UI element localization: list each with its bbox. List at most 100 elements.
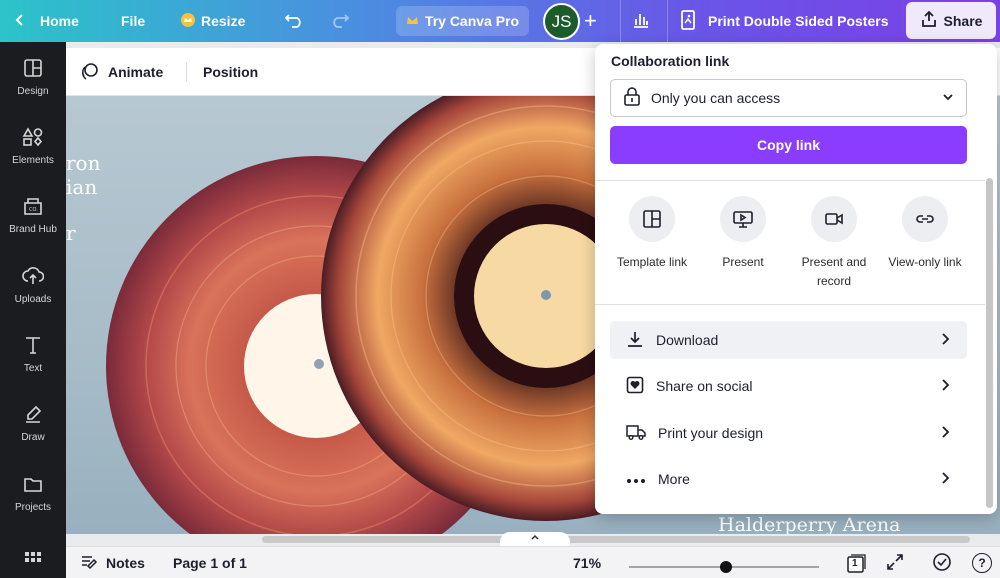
canvas-text[interactable]: ron: [66, 151, 100, 175]
zoom-slider[interactable]: [629, 561, 819, 573]
present-option[interactable]: Present: [698, 196, 788, 272]
toolbar-divider: [186, 62, 187, 82]
position-button[interactable]: Position: [203, 48, 258, 96]
add-collaborator-button[interactable]: +: [584, 0, 597, 42]
more-icon: [626, 471, 646, 487]
sidebar-item-design[interactable]: Design: [0, 46, 66, 108]
help-icon: ?: [972, 553, 992, 573]
template-link-option[interactable]: Template link: [607, 196, 697, 272]
option-label: Template link: [616, 255, 688, 269]
file-menu[interactable]: File: [121, 0, 145, 42]
option-label: Present: [722, 255, 764, 269]
sidebar-item-brand-hub[interactable]: CO. Brand Hub: [0, 184, 66, 246]
collaboration-link-heading: Collaboration link: [611, 53, 730, 69]
print-truck-icon: [626, 423, 646, 444]
zoom-level[interactable]: 71%: [573, 547, 601, 578]
chevron-right-icon: [941, 471, 951, 488]
home-button[interactable]: Home: [14, 0, 79, 42]
view-only-link-option[interactable]: View-only link: [880, 196, 970, 272]
share-panel: Collaboration link Only you can access C…: [595, 44, 997, 514]
row-label: Share on social: [656, 378, 753, 394]
top-bar: Home File Resize Try Canva Pro JS + Prin…: [0, 0, 1000, 42]
sidebar-item-projects[interactable]: Projects: [0, 462, 66, 524]
expand-icon: [886, 553, 904, 574]
sidebar-item-label: Uploads: [14, 293, 52, 305]
sidebar-item-uploads[interactable]: Uploads: [0, 254, 66, 316]
check-circle-icon: [932, 552, 952, 575]
share-on-social-row[interactable]: Share on social: [610, 367, 967, 405]
zoom-slider-knob[interactable]: [719, 561, 732, 573]
share-panel-scrollbar[interactable]: [986, 178, 993, 508]
sidebar-item-draw[interactable]: Draw: [0, 392, 66, 454]
uploads-icon: [22, 266, 45, 289]
horizontal-scrollbar[interactable]: [262, 536, 970, 543]
view-only-link-icon: [902, 196, 948, 242]
option-label: View-only link: [888, 255, 962, 269]
chevron-left-icon: [14, 13, 26, 30]
try-pro-label: Try Canva Pro: [424, 13, 520, 29]
chevron-right-icon: [941, 378, 951, 395]
sidebar-item-label: Elements: [12, 154, 54, 166]
undo-icon: [284, 12, 304, 31]
print-design-title[interactable]: Print Double Sided Posters: [667, 0, 900, 42]
design-title-label: Print Double Sided Posters: [708, 13, 889, 29]
help-button[interactable]: ?: [972, 547, 992, 578]
checkmark-button[interactable]: [932, 547, 952, 578]
canvas-text[interactable]: r: [66, 221, 76, 245]
home-label: Home: [40, 13, 79, 29]
row-label: Print your design: [658, 425, 764, 441]
undo-button[interactable]: [284, 0, 304, 42]
left-sidebar: Design Elements CO. Brand Hub Uploads Te…: [0, 42, 66, 578]
redo-button[interactable]: [330, 0, 350, 42]
sidebar-item-label: Projects: [14, 501, 52, 513]
present-and-record-option[interactable]: Present and record: [789, 196, 879, 291]
notes-label: Notes: [106, 555, 145, 571]
more-row[interactable]: More: [610, 460, 967, 498]
share-button[interactable]: Share: [906, 2, 996, 39]
chevron-down-icon: [942, 90, 954, 106]
sidebar-item-label: Text: [23, 362, 43, 374]
download-row[interactable]: Download: [610, 321, 967, 359]
copy-link-button[interactable]: Copy link: [610, 126, 967, 164]
animate-button[interactable]: Animate: [80, 48, 163, 96]
redo-icon: [330, 12, 350, 31]
sidebar-item-apps[interactable]: [0, 530, 66, 578]
template-link-icon: [629, 196, 675, 242]
sidebar-item-label: Design: [17, 85, 49, 97]
apps-grid-icon: [23, 550, 43, 573]
resize-label: Resize: [201, 13, 246, 29]
resize-button[interactable]: Resize: [181, 0, 245, 42]
insights-button[interactable]: [620, 0, 660, 42]
access-dropdown[interactable]: Only you can access: [610, 79, 967, 117]
avatar[interactable]: JS: [543, 3, 580, 40]
divider: [595, 304, 985, 305]
text-icon: [23, 335, 43, 358]
show-pages-toggle[interactable]: [500, 532, 570, 546]
projects-icon: [23, 474, 43, 497]
sidebar-item-label: Draw: [21, 431, 45, 443]
download-icon: [626, 330, 644, 351]
try-canva-pro-button[interactable]: Try Canva Pro: [396, 6, 529, 36]
fullscreen-button[interactable]: [886, 547, 904, 578]
crown-icon: [406, 13, 419, 29]
brand-hub-icon: CO.: [22, 196, 44, 219]
bottom-bar: Notes Page 1 of 1 71% 1 ?: [66, 546, 1000, 578]
pages-count: 1: [852, 558, 858, 569]
print-your-design-row[interactable]: Print your design: [610, 414, 967, 452]
pages-icon: 1: [846, 553, 866, 573]
row-label: Download: [656, 332, 719, 348]
sidebar-item-elements[interactable]: Elements: [0, 115, 66, 177]
crown-icon: [181, 12, 195, 30]
draw-icon: [23, 404, 43, 427]
animate-icon: [80, 61, 100, 84]
page-indicator[interactable]: Page 1 of 1: [173, 547, 247, 578]
access-value: Only you can access: [651, 90, 781, 106]
notes-icon: [80, 554, 98, 573]
sidebar-item-text[interactable]: Text: [0, 323, 66, 385]
page-grid-button[interactable]: 1: [846, 547, 866, 578]
divider: [595, 180, 985, 181]
elements-icon: [22, 126, 44, 150]
notes-button[interactable]: Notes: [80, 547, 145, 578]
canvas-text[interactable]: ian: [66, 175, 97, 199]
venue-text[interactable]: Halderperry Arena: [718, 514, 900, 534]
